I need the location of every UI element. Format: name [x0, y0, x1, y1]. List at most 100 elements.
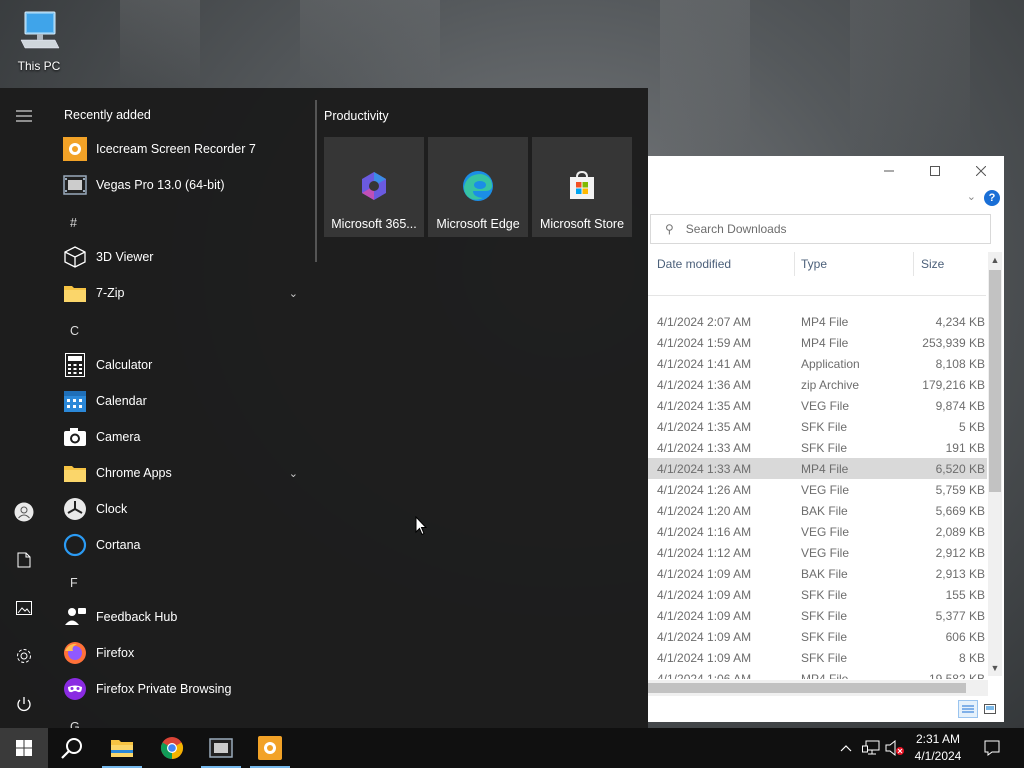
app-label: Vegas Pro 13.0 (64-bit) [96, 178, 225, 192]
table-row[interactable]: 4/1/2024 1:33 AM MP4 File 6,520 KB [648, 458, 987, 479]
tile-microsoft-edge[interactable]: Microsoft Edge [428, 137, 528, 237]
show-hidden-icons-button[interactable] [836, 728, 856, 768]
scroll-down-arrow-icon[interactable]: ▼ [988, 660, 1002, 676]
app-clock[interactable]: Clock [48, 491, 308, 527]
horizontal-scroll-thumb[interactable] [648, 683, 966, 693]
column-type[interactable]: Type [801, 252, 827, 276]
cell-date-modified: 4/1/2024 1:06 AM [657, 672, 752, 679]
start-button[interactable] [0, 728, 48, 768]
vegas-pro-icon [209, 738, 233, 758]
tile-microsoft-365[interactable]: Microsoft 365... [324, 137, 424, 237]
power-button[interactable] [0, 680, 48, 728]
maximize-button[interactable] [912, 156, 958, 186]
column-date-modified[interactable]: Date modified [657, 252, 731, 276]
table-row[interactable]: 4/1/2024 1:33 AM SFK File 191 KB [648, 437, 987, 458]
taskbar-chrome[interactable] [148, 728, 196, 768]
app-firefox[interactable]: Firefox [48, 635, 308, 671]
column-separator[interactable] [913, 252, 914, 276]
section-letter-g[interactable]: G [70, 720, 80, 728]
expand-menu-button[interactable] [0, 92, 48, 140]
table-row[interactable]: 4/1/2024 2:07 AM MP4 File 4,234 KB [648, 311, 987, 332]
notification-icon [984, 740, 1000, 756]
search-input[interactable]: ⚲ Search Downloads [650, 214, 991, 244]
help-icon[interactable]: ? [984, 190, 1000, 206]
minimize-button[interactable] [866, 156, 912, 186]
app-folder-chrome-apps[interactable]: Chrome Apps ⌄ [48, 455, 308, 491]
section-letter-c[interactable]: C [70, 324, 79, 338]
table-row[interactable]: 4/1/2024 1:26 AM VEG File 5,759 KB [648, 479, 987, 500]
icecream-recorder-icon [63, 137, 87, 161]
table-row[interactable]: 4/1/2024 1:06 AM MP4 File 19,582 KB [648, 668, 987, 679]
expand-ribbon-chevron-icon[interactable]: ⌄ [967, 190, 976, 203]
app-folder-7-zip[interactable]: 7-Zip ⌄ [48, 275, 308, 311]
cell-size: 155 KB [945, 588, 985, 602]
taskbar-vegas-pro[interactable] [197, 728, 245, 768]
column-size[interactable]: Size [921, 252, 944, 276]
table-row[interactable]: 4/1/2024 1:41 AM Application 8,108 KB [648, 353, 987, 374]
app-3d-viewer[interactable]: 3D Viewer [48, 239, 308, 275]
table-row[interactable]: 4/1/2024 1:09 AM SFK File 606 KB [648, 626, 987, 647]
horizontal-scrollbar[interactable] [648, 680, 988, 696]
large-icons-view-button[interactable] [980, 700, 1000, 718]
vertical-scroll-thumb[interactable] [989, 270, 1001, 492]
settings-button[interactable] [0, 632, 48, 680]
app-calculator[interactable]: Calculator [48, 347, 308, 383]
tile-group-title[interactable]: Productivity [324, 109, 389, 123]
large-icons-view-icon [984, 704, 996, 714]
app-label: Icecream Screen Recorder 7 [96, 142, 256, 156]
volume-button[interactable] [884, 728, 906, 768]
folder-icon [63, 281, 87, 305]
cell-date-modified: 4/1/2024 1:35 AM [657, 399, 752, 413]
documents-button[interactable] [0, 536, 48, 584]
app-label: Calculator [96, 358, 153, 372]
table-row[interactable]: 4/1/2024 1:09 AM SFK File 5,377 KB [648, 605, 987, 626]
section-letter-hash[interactable]: # [70, 216, 77, 230]
app-label: 7-Zip [96, 286, 125, 300]
scroll-up-arrow-icon[interactable]: ▲ [988, 252, 1002, 268]
chevron-down-icon[interactable]: ⌄ [289, 467, 298, 480]
cell-size: 253,939 KB [922, 336, 985, 350]
table-row[interactable]: 4/1/2024 1:09 AM BAK File 2,913 KB [648, 563, 987, 584]
app-icecream-screen-recorder[interactable]: Icecream Screen Recorder 7 [48, 131, 308, 167]
app-camera[interactable]: Camera [48, 419, 308, 455]
cell-type: SFK File [801, 630, 848, 644]
list-scroll-divider[interactable] [315, 100, 317, 262]
table-row[interactable]: 4/1/2024 1:12 AM VEG File 2,912 KB [648, 542, 987, 563]
action-center-button[interactable] [978, 728, 1006, 768]
network-status-button[interactable] [860, 728, 882, 768]
taskbar-clock[interactable]: 2:31 AM 4/1/2024 [906, 731, 970, 765]
close-button[interactable] [958, 156, 1004, 186]
table-row[interactable]: 4/1/2024 1:09 AM SFK File 8 KB [648, 647, 987, 668]
table-row[interactable]: 4/1/2024 1:35 AM VEG File 9,874 KB [648, 395, 987, 416]
file-explorer-window: ⌄ ? ⚲ Search Downloads Date modified Typ… [648, 156, 1004, 722]
this-pc-desktop-icon[interactable]: This PC [10, 8, 68, 73]
table-row[interactable]: 4/1/2024 1:16 AM VEG File 2,089 KB [648, 521, 987, 542]
table-row[interactable]: 4/1/2024 1:35 AM SFK File 5 KB [648, 416, 987, 437]
app-calendar[interactable]: Calendar [48, 383, 308, 419]
vertical-scrollbar[interactable]: ▲ ▼ [988, 252, 1002, 676]
table-row[interactable]: 4/1/2024 1:36 AM zip Archive 179,216 KB [648, 374, 987, 395]
user-account-button[interactable] [0, 488, 48, 536]
computer-icon [20, 11, 60, 49]
section-letter-f[interactable]: F [70, 576, 78, 590]
app-cortana[interactable]: Cortana [48, 527, 308, 563]
power-icon [17, 697, 31, 712]
chevron-down-icon[interactable]: ⌄ [289, 287, 298, 300]
folder-icon [63, 461, 87, 485]
taskbar-search-button[interactable] [48, 728, 96, 768]
app-feedback-hub[interactable]: Feedback Hub [48, 599, 308, 635]
pictures-button[interactable] [0, 584, 48, 632]
tile-label: Microsoft Edge [436, 217, 520, 231]
tile-label: Microsoft Store [539, 217, 625, 231]
app-firefox-private-browsing[interactable]: Firefox Private Browsing [48, 671, 308, 707]
details-view-button[interactable] [958, 700, 978, 718]
tile-microsoft-store[interactable]: Microsoft Store [532, 137, 632, 237]
column-separator[interactable] [794, 252, 795, 276]
table-row[interactable]: 4/1/2024 1:20 AM BAK File 5,669 KB [648, 500, 987, 521]
app-vegas-pro[interactable]: Vegas Pro 13.0 (64-bit) [48, 167, 308, 203]
table-row[interactable]: 4/1/2024 1:09 AM SFK File 155 KB [648, 584, 987, 605]
taskbar-icecream-recorder[interactable] [246, 728, 294, 768]
explorer-titlebar[interactable] [648, 156, 1004, 186]
taskbar-file-explorer[interactable] [98, 728, 146, 768]
table-row[interactable]: 4/1/2024 1:59 AM MP4 File 253,939 KB [648, 332, 987, 353]
